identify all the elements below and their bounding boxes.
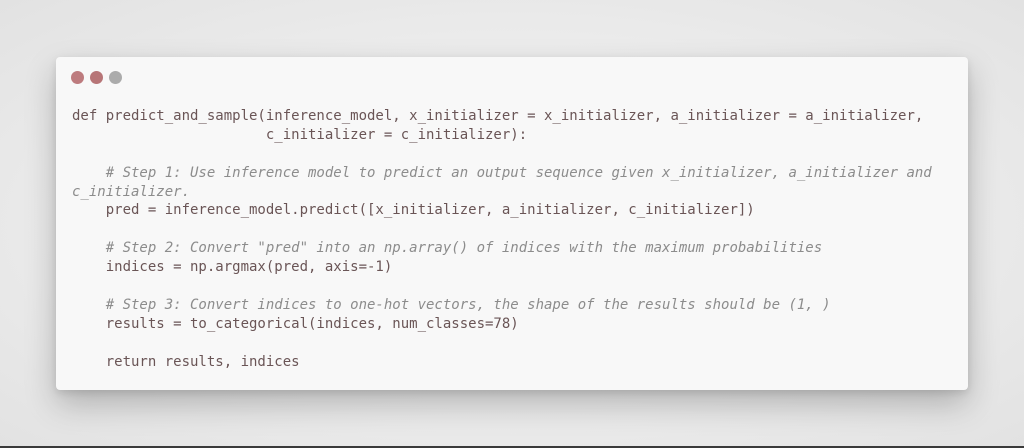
code-line: indices = np.argmax(pred, axis=-1)	[72, 259, 393, 276]
code-line: # Step 3: Convert indices to one-hot vec…	[72, 296, 831, 313]
code-line: # Step 1: Use inference model to predict…	[72, 164, 932, 181]
close-dot[interactable]	[71, 71, 84, 84]
code-line: c_initializer = c_initializer):	[72, 126, 528, 143]
code-line: results = to_categorical(indices, num_cl…	[72, 315, 519, 332]
window-controls	[71, 71, 122, 84]
code-block: def predict_and_sample(inference_model, …	[72, 107, 932, 371]
minimize-dot[interactable]	[90, 71, 103, 84]
code-line: def predict_and_sample(inference_model, …	[72, 108, 924, 124]
maximize-dot[interactable]	[109, 71, 122, 84]
code-line: c_initializer.	[72, 183, 191, 200]
code-line: # Step 2: Convert "pred" into an np.arra…	[72, 240, 823, 257]
code-window: def predict_and_sample(inference_model, …	[56, 57, 968, 390]
code-line: return results, indices	[72, 353, 300, 370]
code-line: pred = inference_model.predict([x_initia…	[72, 202, 755, 219]
